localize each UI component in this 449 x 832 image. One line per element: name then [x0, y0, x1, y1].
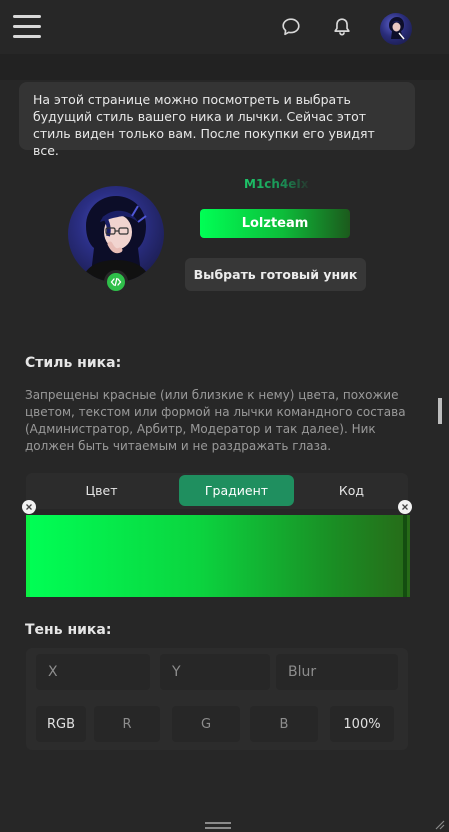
gradient-preview-bar[interactable] [26, 515, 410, 597]
gradient-start-marker[interactable] [26, 515, 30, 597]
top-bar [0, 0, 449, 54]
tab-code[interactable]: Код [294, 475, 409, 506]
shadow-b-input[interactable]: B [250, 706, 318, 742]
hamburger-menu-icon[interactable] [13, 15, 41, 39]
shadow-settings-panel: X Y Blur RGB R G B 100% [26, 648, 408, 750]
bottom-drag-handle[interactable] [205, 822, 231, 829]
shadow-alpha-input[interactable]: 100% [330, 706, 394, 742]
tab-color[interactable]: Цвет [44, 475, 159, 506]
code-brackets-icon [104, 270, 128, 294]
sub-bar [0, 54, 449, 80]
gradient-end-marker[interactable] [403, 515, 407, 597]
scroll-handle[interactable] [438, 398, 442, 424]
shadow-blur-input[interactable]: Blur [276, 654, 398, 690]
avatar-portrait-icon [82, 196, 150, 282]
resize-corner-icon[interactable] [433, 818, 445, 830]
choose-ready-style-button[interactable]: Выбрать готовый уник [185, 258, 366, 291]
banner-preview: Lolzteam [200, 209, 350, 238]
user-avatar[interactable] [380, 13, 412, 45]
remove-stop-left-icon[interactable] [22, 500, 36, 514]
style-tabs: Цвет Градиент Код [26, 473, 408, 509]
color-mode-button[interactable]: RGB [36, 706, 86, 742]
profile-avatar [68, 186, 164, 282]
nickname-preview: M1ch4eIx [244, 177, 309, 191]
chat-bubble-icon[interactable] [280, 16, 302, 38]
nick-shadow-title: Тень ника: [25, 622, 112, 638]
shadow-y-input[interactable]: Y [160, 654, 270, 690]
nick-style-description: Запрещены красные (или близкие к нему) ц… [25, 388, 406, 453]
info-notice: На этой странице можно посмотреть и выбр… [19, 82, 415, 158]
shadow-r-input[interactable]: R [94, 706, 160, 742]
info-text: На этой странице можно посмотреть и выбр… [33, 92, 375, 158]
bell-icon[interactable] [331, 16, 353, 38]
avatar-figure-icon [389, 17, 405, 40]
tab-gradient[interactable]: Градиент [179, 475, 294, 506]
nick-style-title: Стиль ника: [25, 355, 122, 371]
shadow-g-input[interactable]: G [172, 706, 240, 742]
remove-stop-right-icon[interactable] [398, 500, 412, 514]
shadow-x-input[interactable]: X [36, 654, 150, 690]
